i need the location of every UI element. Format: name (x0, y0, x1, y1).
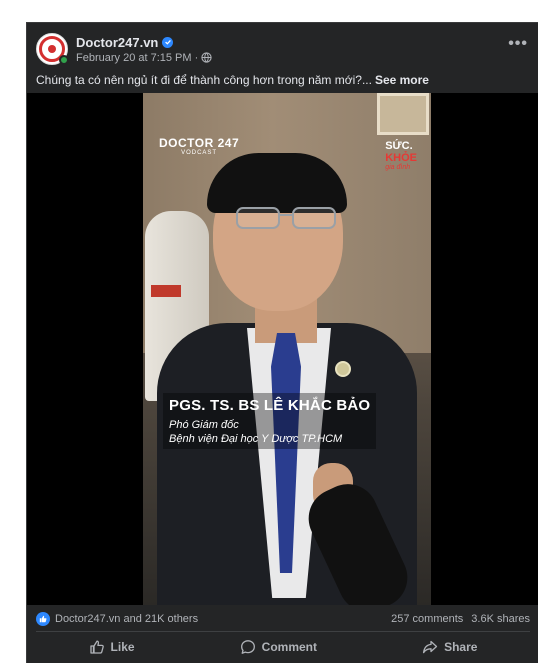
thumbs-up-icon (89, 640, 104, 654)
brand2-line2: KHỎE (385, 151, 417, 164)
post-actions: Like Comment Share (36, 635, 530, 659)
comments-count[interactable]: 257 comments (391, 613, 463, 625)
actions-divider (36, 631, 530, 632)
speaker-organization: Bệnh viện Đại học Y Dược TP.HCM (169, 433, 343, 445)
post-timestamp[interactable]: February 20 at 7:15 PM (76, 52, 192, 64)
wall-picture (377, 93, 429, 135)
reactions-count: Doctor247.vn and 21K others (55, 613, 199, 625)
comment-label: Comment (261, 640, 317, 654)
engagement-counts: 257 comments 3.6K shares (391, 613, 530, 625)
page-avatar[interactable] (36, 33, 69, 65)
like-button[interactable]: Like (69, 636, 155, 658)
brand-logo-line2: VODCAST (181, 150, 218, 156)
reactions-bar: Doctor247.vn and 21K others 257 comments… (36, 611, 530, 627)
page-name-row: Doctor247.vn (76, 35, 212, 50)
online-status-icon (59, 55, 69, 65)
post-timestamp-row: February 20 at 7:15 PM · (76, 52, 212, 64)
brand2-line1: SỨC. (385, 140, 413, 152)
more-options-icon[interactable]: ••• (508, 35, 528, 53)
page-name-link[interactable]: Doctor247.vn (76, 35, 158, 50)
speaker-name: PGS. TS. BS LÊ KHẮC BẢO (169, 397, 371, 414)
caption-text: Chúng ta có nên ngủ ít đi để thành công … (36, 73, 372, 87)
reactions-summary[interactable]: Doctor247.vn and 21K others (36, 612, 198, 626)
brand-logo-line1: DOCTOR 247 (159, 136, 240, 150)
post-card: Doctor247.vn February 20 at 7:15 PM · ••… (26, 22, 538, 663)
comment-bubble-icon (240, 640, 255, 654)
brand2-line3: gia đình (385, 164, 411, 172)
suc-khoe-logo: SỨC. KHỎE gia đình (385, 140, 417, 172)
verified-badge-icon (162, 36, 174, 48)
shares-count[interactable]: 3.6K shares (471, 613, 530, 625)
speaker-title: Phó Giám đốc (169, 419, 239, 431)
share-button[interactable]: Share (402, 636, 497, 658)
see-more-link[interactable]: See more (375, 73, 429, 87)
doctor247-vodcast-logo: DOCTOR 247 VODCAST (159, 137, 239, 156)
post-header: Doctor247.vn February 20 at 7:15 PM · (36, 31, 212, 67)
post-caption: Chúng ta có nên ngủ ít đi để thành công … (36, 73, 429, 87)
video-player[interactable]: DOCTOR 247 VODCAST SỨC. KHỎE gia đình PG… (27, 93, 538, 605)
like-label: Like (110, 640, 135, 654)
lapel-pin (335, 361, 351, 377)
speaker-hair (207, 153, 347, 213)
lower-third-caption: PGS. TS. BS LÊ KHẮC BẢO Phó Giám đốc Bện… (163, 393, 377, 449)
timestamp-separator: · (194, 51, 199, 64)
globe-icon (201, 52, 212, 63)
post-meta: Doctor247.vn February 20 at 7:15 PM · (76, 35, 212, 64)
speaker-glasses (236, 207, 336, 229)
comment-button[interactable]: Comment (220, 636, 337, 658)
video-frame: DOCTOR 247 VODCAST SỨC. KHỎE gia đình PG… (143, 93, 431, 605)
share-arrow-icon (423, 640, 438, 654)
like-reaction-icon (36, 612, 50, 626)
share-label: Share (444, 640, 478, 654)
